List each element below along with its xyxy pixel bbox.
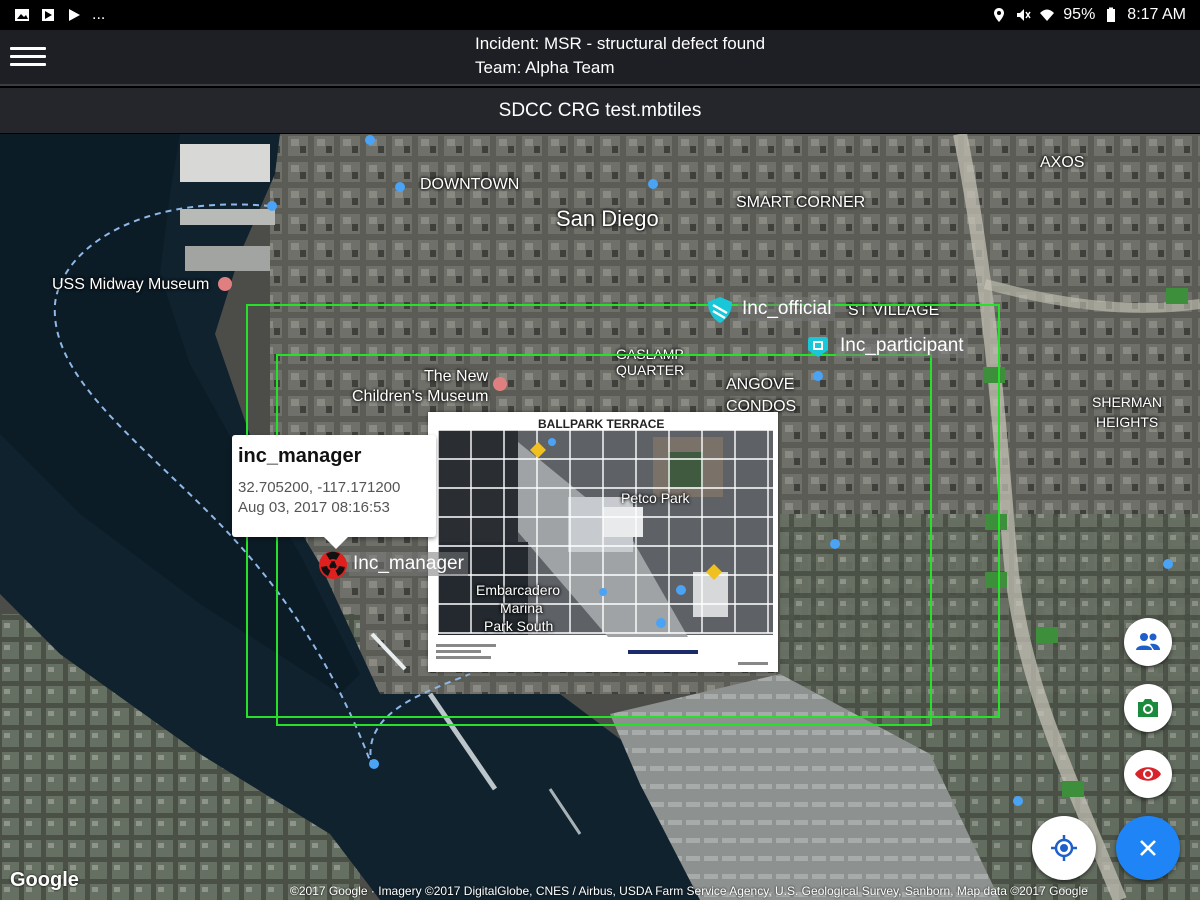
app-bar: Incident: MSR - structural defect found … bbox=[0, 30, 1200, 86]
visibility-button[interactable] bbox=[1124, 750, 1172, 798]
official-label[interactable]: Inc_official bbox=[738, 297, 836, 321]
clock: 8:17 AM bbox=[1127, 6, 1186, 23]
eye-icon bbox=[1135, 767, 1161, 781]
label-petco-park: Petco Park bbox=[621, 490, 690, 506]
status-overflow: ... bbox=[92, 6, 106, 23]
location-icon bbox=[994, 8, 1005, 22]
participant-label[interactable]: Inc_participant bbox=[836, 334, 968, 358]
close-icon bbox=[1140, 840, 1156, 856]
manager-label[interactable]: Inc_manager bbox=[349, 552, 468, 576]
battery-icon bbox=[1107, 7, 1116, 22]
people-icon bbox=[1136, 633, 1160, 650]
overlay-image[interactable]: BALLPARK TERRACE Petco Park Embarcadero … bbox=[428, 412, 778, 672]
status-bar: ... 95% 8:17 AM bbox=[0, 0, 1200, 30]
status-right: 95% 8:17 AM bbox=[991, 6, 1186, 24]
label-heights: HEIGHTS bbox=[1096, 414, 1159, 430]
participant-badge-icon[interactable] bbox=[806, 335, 830, 359]
map-attribution: ©2017 Google · Imagery ©2017 DigitalGlob… bbox=[290, 884, 1088, 898]
official-shield-icon[interactable] bbox=[706, 296, 734, 324]
label-downtown: DOWNTOWN bbox=[420, 176, 520, 193]
camera-icon bbox=[1138, 699, 1158, 717]
label-marina: Marina bbox=[500, 600, 543, 616]
close-fab-button[interactable] bbox=[1116, 816, 1180, 880]
team-name: Team: Alpha Team bbox=[475, 58, 615, 77]
label-axos: AXOS bbox=[1040, 154, 1085, 171]
photo-icon bbox=[15, 9, 29, 21]
label-sherman: SHERMAN bbox=[1092, 394, 1163, 410]
status-left: ... bbox=[14, 6, 105, 24]
play-store-icon bbox=[69, 9, 80, 21]
incident-info: Incident: MSR - structural defect found … bbox=[475, 32, 765, 80]
wifi-icon bbox=[1040, 9, 1055, 21]
label-san-diego: San Diego bbox=[556, 206, 659, 231]
label-smart-corner: SMART CORNER bbox=[736, 194, 866, 211]
map-title: SDCC CRG test.mbtiles bbox=[498, 99, 702, 121]
map-view[interactable]: DOWNTOWN San Diego SMART CORNER AXOS USS… bbox=[0, 134, 1200, 900]
map-title-bar: SDCC CRG test.mbtiles bbox=[0, 88, 1200, 134]
label-park-south: Park South bbox=[484, 618, 554, 634]
info-popup[interactable]: inc_manager 32.705200, -117.171200 Aug 0… bbox=[232, 435, 436, 549]
label-uss-midway: USS Midway Museum bbox=[52, 276, 210, 293]
popup-coordinates: 32.705200, -117.171200 bbox=[238, 479, 401, 496]
my-location-icon bbox=[1051, 835, 1077, 861]
mute-icon bbox=[1017, 9, 1031, 21]
google-logo: Google bbox=[10, 869, 79, 891]
battery-percent: 95% bbox=[1063, 6, 1096, 23]
popup-timestamp: Aug 03, 2017 08:16:53 bbox=[238, 499, 390, 516]
flag-icon bbox=[42, 9, 54, 21]
overlay-title: BALLPARK TERRACE bbox=[538, 417, 665, 431]
manager-radiation-icon[interactable] bbox=[318, 550, 348, 580]
hamburger-menu-icon[interactable] bbox=[10, 42, 46, 72]
label-embarcadero: Embarcadero bbox=[476, 582, 561, 598]
my-location-button[interactable] bbox=[1032, 816, 1096, 880]
popup-title: inc_manager bbox=[238, 445, 362, 467]
incident-title: Incident: MSR - structural defect found bbox=[475, 34, 766, 53]
team-button[interactable] bbox=[1124, 618, 1172, 666]
overlay-grid-image bbox=[436, 429, 773, 665]
camera-button[interactable] bbox=[1124, 684, 1172, 732]
